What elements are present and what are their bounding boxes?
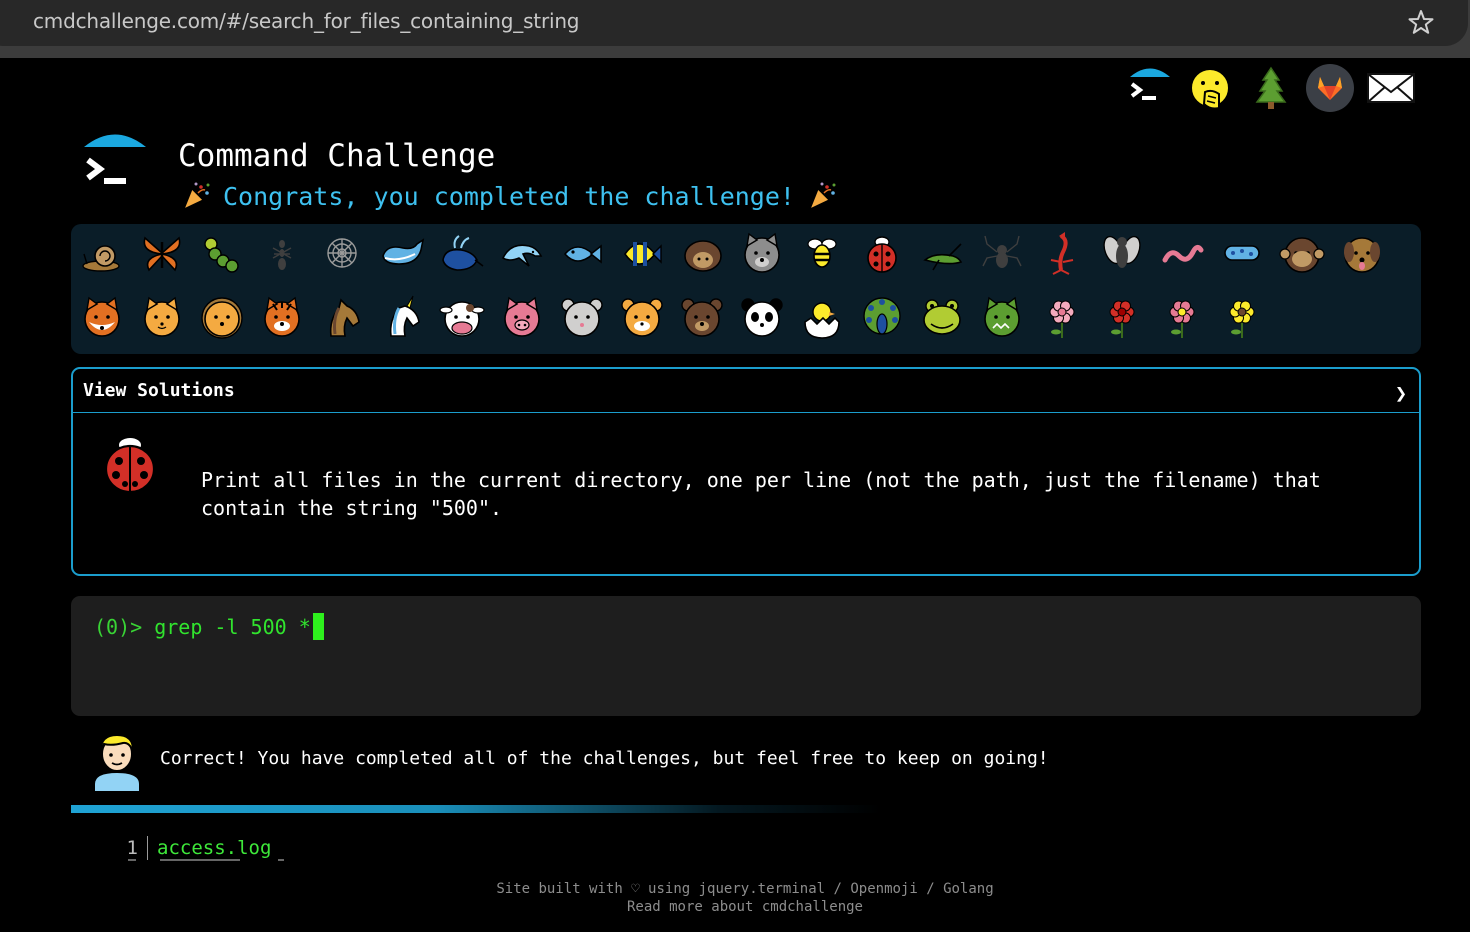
unicorn-icon[interactable] (379, 294, 425, 340)
congrats-text: Congrats, you completed the challenge! (223, 181, 795, 211)
logo-icon (84, 134, 146, 184)
terminal[interactable]: (0)> grep -l 500 * (71, 596, 1421, 716)
terminal-prompt: (0)> (94, 614, 155, 639)
cat-face-icon[interactable] (139, 294, 185, 340)
line-separator (147, 836, 148, 860)
solutions-title[interactable]: View Solutions (83, 380, 235, 401)
spider-web-icon[interactable] (319, 230, 365, 276)
fish-icon[interactable] (559, 230, 605, 276)
peacock-icon[interactable] (859, 294, 905, 340)
terminal-cursor (312, 613, 324, 640)
microbe-icon[interactable] (1219, 230, 1265, 276)
bee-icon[interactable] (799, 230, 845, 276)
solutions-header[interactable]: View Solutions ❯ (73, 369, 1419, 413)
whale-icon[interactable] (379, 230, 425, 276)
command-line[interactable]: (0)> grep -l 500 * (94, 613, 324, 640)
dog-face-icon[interactable] (1339, 230, 1385, 276)
output-text: access.log (157, 837, 272, 859)
person-avatar-icon (93, 733, 141, 792)
cow-face-icon[interactable] (439, 294, 485, 340)
wolf-icon[interactable] (739, 230, 785, 276)
fox-icon[interactable] (79, 294, 125, 340)
challenge-description: Print all files in the current directory… (201, 468, 1321, 520)
ladybug-icon[interactable] (859, 230, 905, 276)
rose-icon[interactable] (1099, 294, 1145, 340)
party-popper-icon (808, 182, 836, 211)
caterpillar-icon[interactable] (199, 230, 245, 276)
fly-icon[interactable] (1099, 230, 1145, 276)
butterfly-icon[interactable] (139, 230, 185, 276)
solutions-panel: View Solutions ❯ Print all files in the … (71, 367, 1421, 576)
party-popper-icon (182, 182, 210, 211)
dolphin-icon[interactable] (499, 230, 545, 276)
tropical-fish-icon[interactable] (619, 230, 665, 276)
cherry-blossom-icon[interactable] (1039, 294, 1085, 340)
cricket-icon[interactable] (919, 230, 965, 276)
url-text[interactable]: cmdchallenge.com/#/search_for_files_cont… (33, 9, 579, 33)
badges-panel (71, 224, 1421, 354)
face-with-hand-over-mouth-icon[interactable] (1186, 64, 1234, 112)
clipped-output-line (128, 859, 288, 861)
hamster-icon[interactable] (619, 294, 665, 340)
hibiscus-icon[interactable] (1159, 294, 1205, 340)
tiger-face-icon[interactable] (259, 294, 305, 340)
envelope-icon[interactable] (1366, 64, 1416, 112)
pig-face-icon[interactable] (499, 294, 545, 340)
result-message: Correct! You have completed all of the c… (160, 748, 1049, 769)
command-input[interactable]: grep -l 500 * (154, 615, 311, 639)
ant-icon[interactable] (259, 230, 305, 276)
browser-toolbar: cmdchallenge.com/#/search_for_files_cont… (0, 0, 1470, 58)
hatching-chick-icon[interactable] (799, 294, 845, 340)
panda-icon[interactable] (739, 294, 785, 340)
mouse-face-icon[interactable] (559, 294, 605, 340)
page-title: Command Challenge (178, 138, 496, 174)
output-line: 1 access.log (120, 835, 271, 861)
worm-icon[interactable] (1159, 230, 1205, 276)
hedgehog-icon[interactable] (679, 230, 725, 276)
bear-icon[interactable] (679, 294, 725, 340)
sunflower-icon[interactable] (1219, 294, 1265, 340)
footer-credits[interactable]: Site built with ♡ using jquery.terminal … (0, 880, 1470, 898)
cmdchallenge-logo-icon[interactable] (1126, 64, 1174, 112)
scorpion-icon[interactable] (1039, 230, 1085, 276)
progress-bar (71, 805, 881, 813)
snail-icon[interactable] (79, 230, 125, 276)
footer: Site built with ♡ using jquery.terminal … (0, 880, 1470, 916)
line-number: 1 (126, 837, 138, 859)
chevron-right-icon[interactable]: ❯ (1395, 381, 1407, 405)
spouting-whale-icon[interactable] (439, 230, 485, 276)
dragon-face-icon[interactable] (979, 294, 1025, 340)
spider-icon[interactable] (979, 230, 1025, 276)
ladybug-icon (99, 430, 161, 494)
evergreen-tree-icon[interactable] (1247, 64, 1295, 112)
congrats-banner: Congrats, you completed the challenge! (181, 181, 837, 211)
lion-icon[interactable] (199, 294, 245, 340)
star-icon[interactable] (1405, 6, 1437, 38)
gitlab-icon[interactable] (1306, 64, 1354, 112)
frog-icon[interactable] (919, 294, 965, 340)
monkey-face-icon[interactable] (1279, 230, 1325, 276)
horse-icon[interactable] (319, 294, 365, 340)
footer-read-more-link[interactable]: Read more about cmdchallenge (0, 898, 1470, 916)
